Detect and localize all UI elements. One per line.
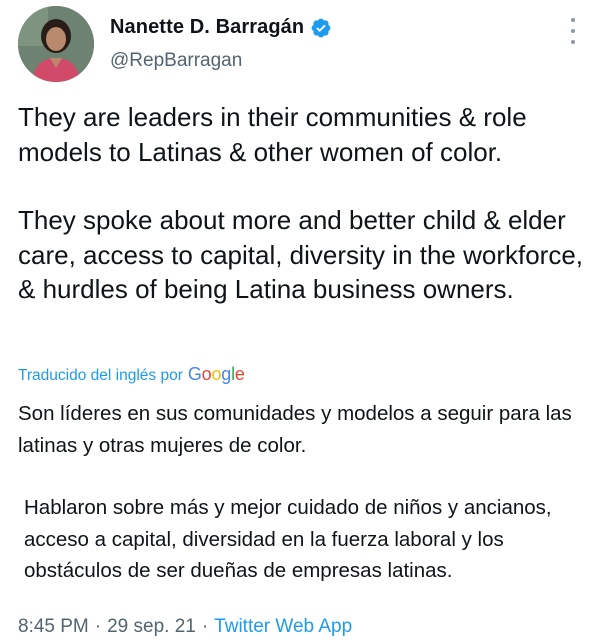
translated-text: Son líderes en sus comunidades y modelos…	[18, 398, 593, 587]
tweet-date[interactable]: 29 sep. 21	[107, 616, 196, 638]
more-dot	[571, 29, 575, 33]
more-options-icon[interactable]	[568, 18, 578, 44]
avatar-image	[18, 6, 94, 82]
translation-label: Traducido del inglés por	[18, 367, 183, 384]
tweet-source-link[interactable]: Twitter Web App	[214, 616, 352, 638]
translated-paragraph: Son líderes en sus comunidades y modelos…	[18, 402, 572, 457]
more-dot	[571, 18, 575, 22]
more-dot	[571, 40, 575, 44]
author-name[interactable]: Nanette D. Barragán	[110, 16, 304, 39]
meta-separator: ·	[201, 616, 209, 637]
verified-badge-icon	[311, 18, 331, 37]
avatar[interactable]	[18, 6, 94, 82]
author-name-row[interactable]: Nanette D. Barragán	[110, 16, 332, 39]
google-logo: Google	[187, 364, 245, 384]
tweet-time[interactable]: 8:45 PM	[18, 616, 89, 638]
translated-paragraph: Hablaron sobre más y mejor cuidado de ni…	[24, 496, 552, 582]
translation-attribution[interactable]: Traducido del inglés por Google	[18, 364, 245, 385]
meta-separator: ·	[94, 616, 102, 637]
tweet-paragraph: They spoke about more and better child &…	[18, 205, 584, 304]
author-handle[interactable]: @RepBarragan	[110, 50, 242, 72]
tweet-meta: 8:45 PM · 29 sep. 21 · Twitter Web App	[18, 616, 352, 638]
tweet-header: Nanette D. Barragán @RepBarragan	[0, 0, 600, 90]
tweet-text: They are leaders in their communities & …	[18, 100, 588, 307]
tweet-paragraph: They are leaders in their communities & …	[18, 102, 527, 167]
